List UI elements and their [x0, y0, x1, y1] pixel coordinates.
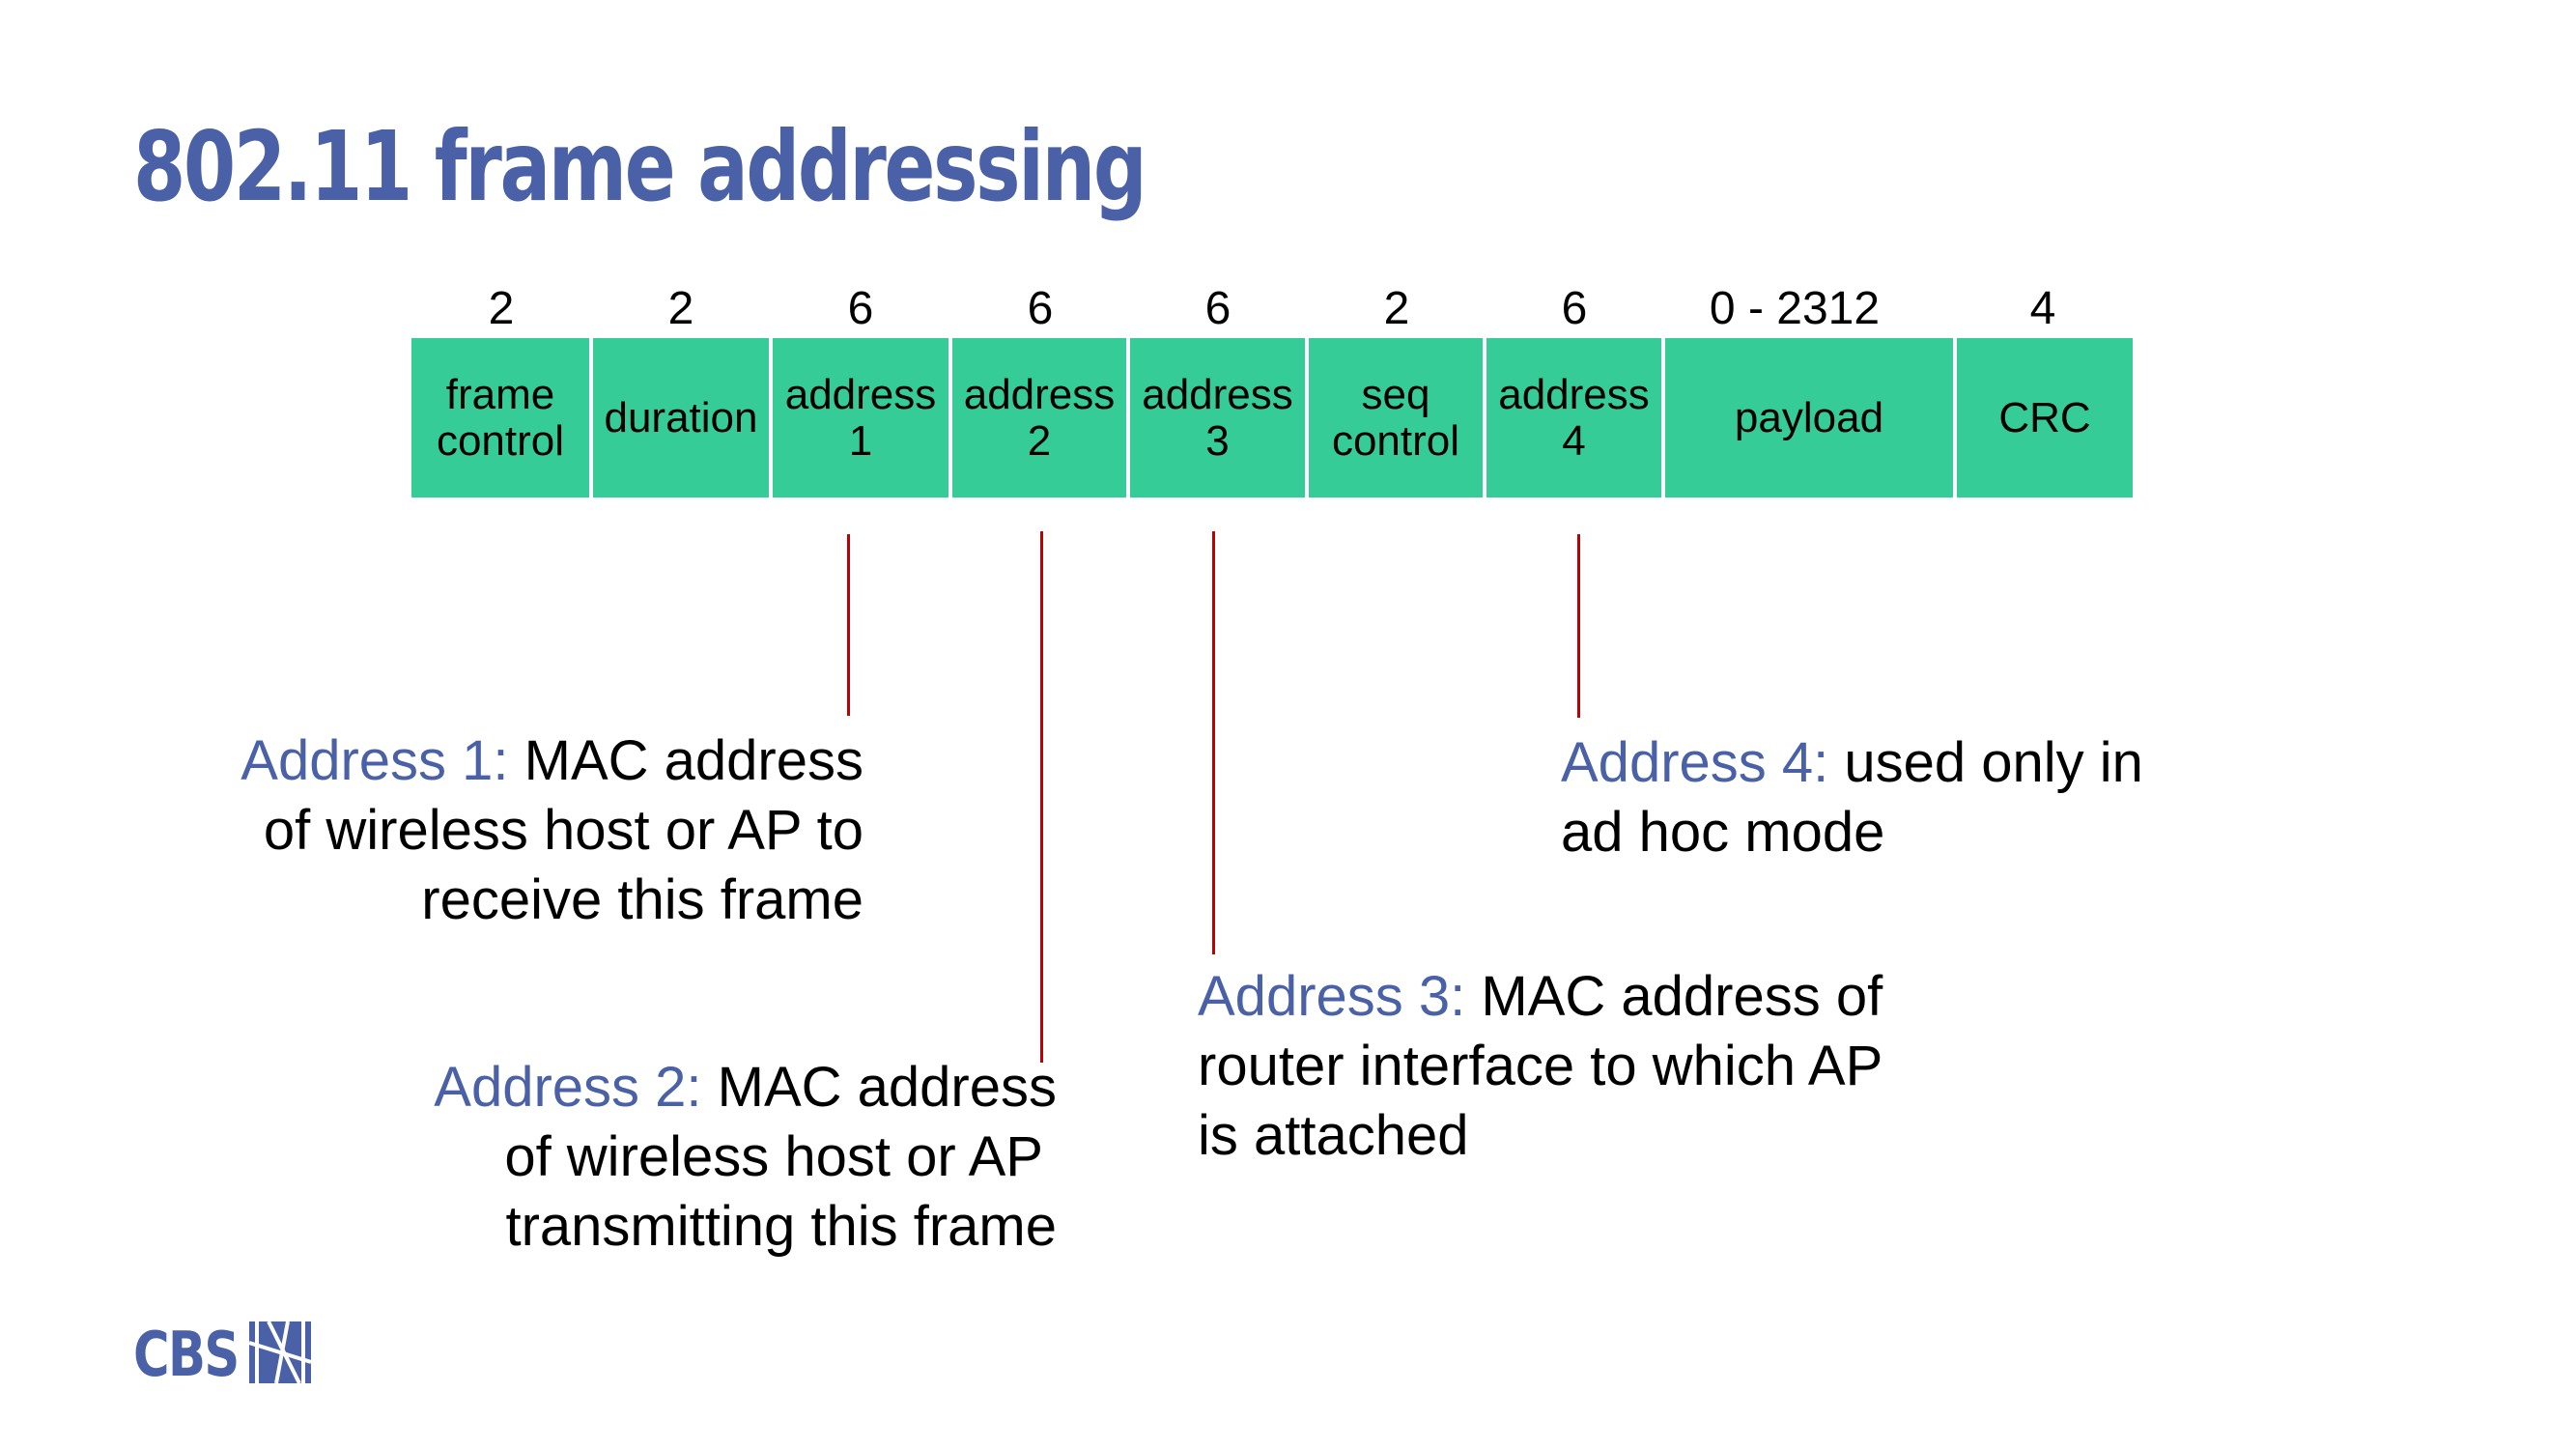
address-3-label: Address 3: [1198, 965, 1466, 1028]
field-size: 6 [1561, 283, 1588, 334]
address-3-text: is attached [1198, 1104, 1469, 1167]
field-size: 6 [1204, 283, 1231, 334]
address-3-pointer-line [1212, 531, 1215, 954]
address-3-text: MAC address of [1465, 965, 1883, 1028]
field-address-4: address 4 [1486, 338, 1661, 497]
address-1-text: receive this frame [421, 868, 863, 931]
field-address-2: address 2 [952, 338, 1126, 497]
address-1-description: Address 1: MAC address of wireless host … [241, 726, 863, 935]
field-size: 4 [2029, 283, 2056, 334]
address-1-label: Address 1: [241, 729, 509, 792]
field-frame-control: frame control [411, 338, 589, 497]
cbs-logo-icon [248, 1321, 312, 1388]
address-2-pointer-line [1040, 531, 1043, 1063]
field-size: 2 [667, 283, 694, 334]
address-3-text: router interface to which AP [1198, 1035, 1883, 1097]
address-1-pointer-line [847, 534, 850, 716]
address-2-text: MAC address [701, 1056, 1057, 1119]
address-1-text: of wireless host or AP to [263, 799, 863, 862]
address-4-label: Address 4: [1561, 731, 1829, 794]
address-2-text: of wireless host or AP [504, 1125, 1043, 1188]
address-4-description: Address 4: used only in ad hoc mode [1561, 728, 2143, 867]
field-size: 6 [847, 283, 874, 334]
address-4-pointer-line [1577, 534, 1580, 718]
address-4-text: ad hoc mode [1561, 801, 1885, 864]
address-3-description: Address 3: MAC address of router interfa… [1198, 962, 1882, 1171]
field-crc: CRC [1957, 338, 2133, 497]
address-2-description: Address 2: MAC address of wireless host … [434, 1053, 1057, 1262]
cbs-logo-text: CBS [133, 1319, 240, 1391]
field-address-1: address 1 [773, 338, 948, 497]
address-1-text: MAC address [508, 729, 863, 792]
cbs-logo: CBS [133, 1319, 312, 1391]
field-address-3: address 3 [1130, 338, 1305, 497]
field-duration: duration [593, 338, 769, 497]
address-2-text: transmitting this frame [505, 1195, 1057, 1258]
field-payload: payload [1665, 338, 1953, 497]
field-size: 2 [488, 283, 515, 334]
field-size: 0 - 2312 [1709, 283, 1881, 334]
field-seq-control: seq control [1309, 338, 1483, 497]
address-4-text: used only in [1828, 731, 2143, 794]
page-title: 802.11 frame addressing [133, 110, 1147, 223]
field-size: 2 [1383, 283, 1410, 334]
address-2-label: Address 2: [434, 1056, 702, 1119]
field-size: 6 [1027, 283, 1054, 334]
